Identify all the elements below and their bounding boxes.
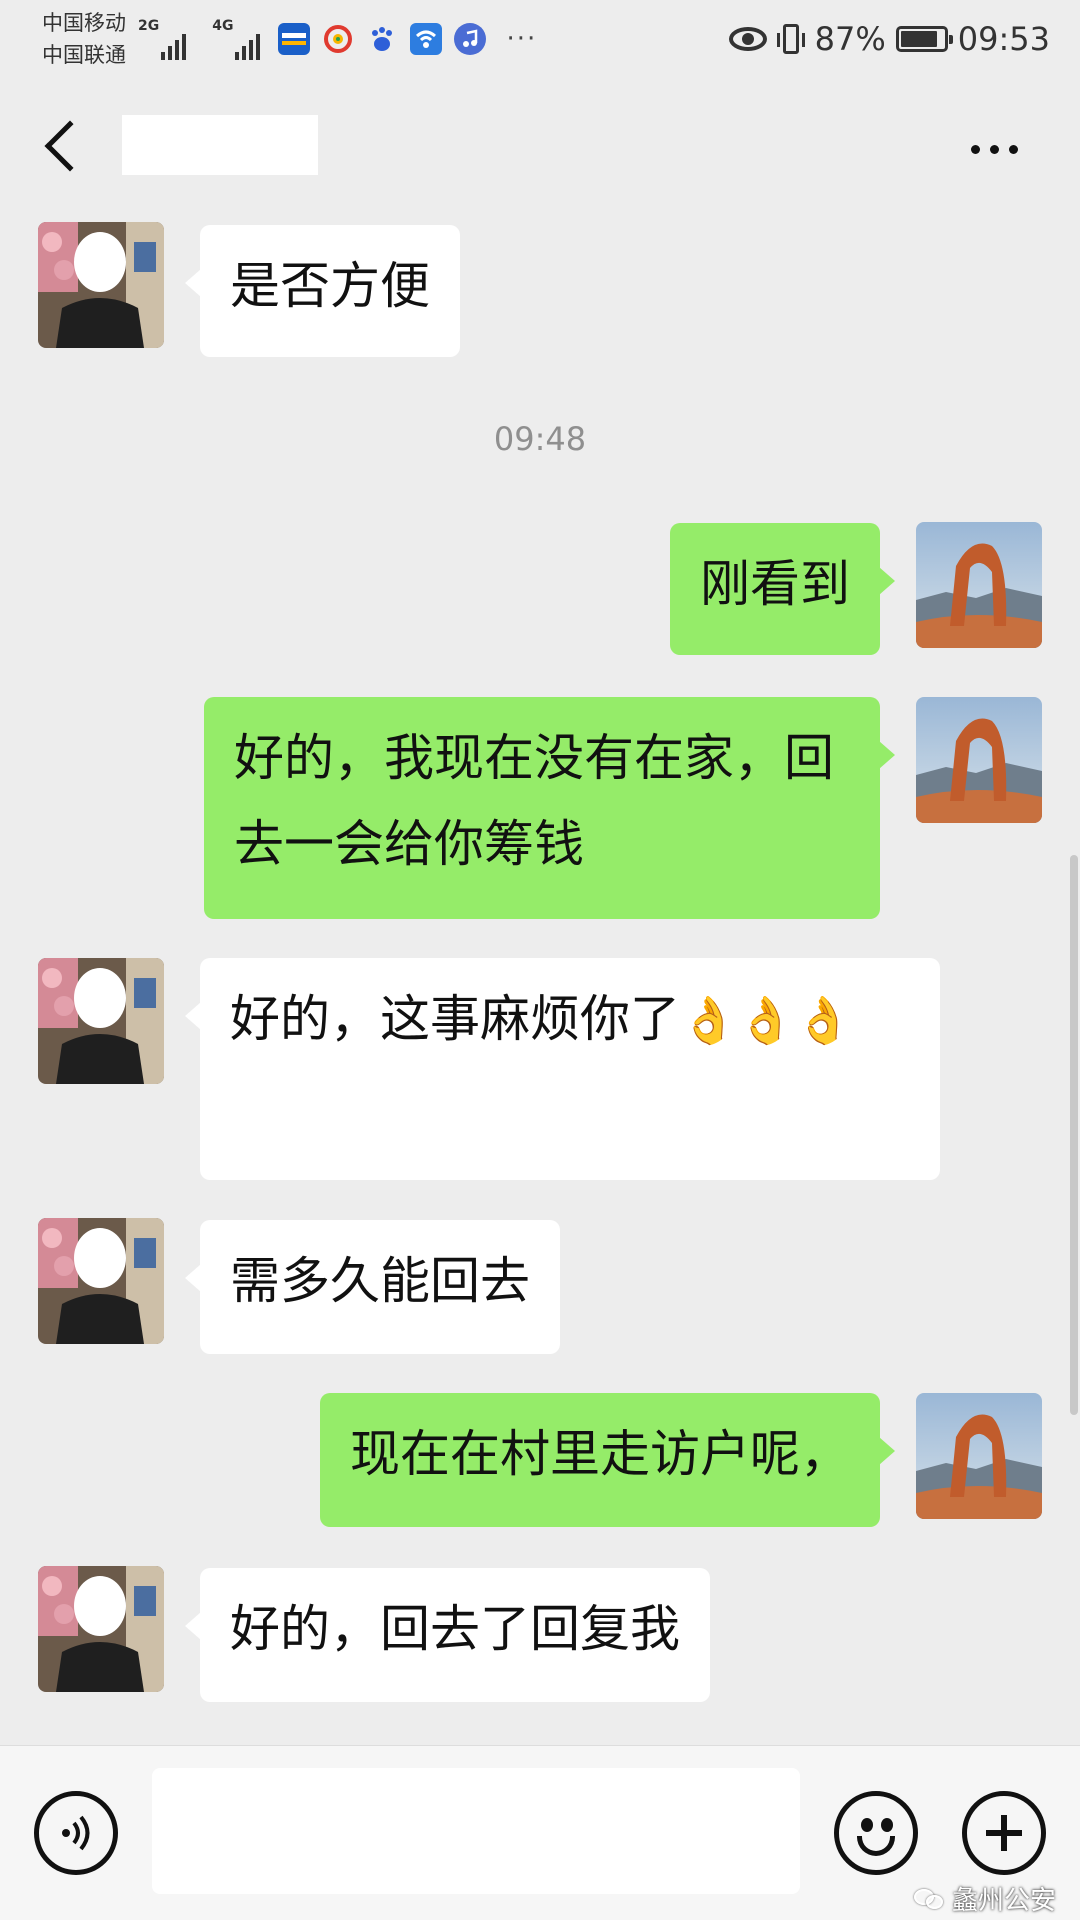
back-icon[interactable] (44, 120, 96, 172)
message-bubble-outgoing[interactable]: 刚看到 (670, 523, 895, 655)
contact-avatar[interactable] (38, 1566, 164, 1692)
music-icon (454, 23, 487, 55)
message-text: 好的，我现在没有在家，回去一会给你筹钱 (234, 729, 834, 873)
status-right: 87% 09:53 (728, 20, 1050, 58)
message-text: 需多久能回去 (230, 1252, 530, 1310)
contact-avatar[interactable] (38, 958, 164, 1084)
ok-hand-emoji: 👌 (737, 993, 795, 1047)
ok-hand-emoji: 👌 (680, 993, 738, 1047)
chat-header (0, 95, 1080, 205)
message-bubble-incoming[interactable]: 好的，这事麻烦你了👌👌👌 (185, 958, 940, 1180)
scrollbar[interactable] (1070, 855, 1078, 1415)
wechat-logo-icon (913, 1887, 944, 1911)
emoji-icon[interactable] (834, 1791, 918, 1875)
contact-avatar[interactable] (38, 1218, 164, 1344)
plus-icon[interactable] (962, 1791, 1046, 1875)
watermark: 蠡州公安 (913, 1880, 1056, 1917)
more-options-icon[interactable] (971, 145, 1018, 154)
battery-percent: 87% (814, 20, 886, 58)
weibo-icon (322, 23, 354, 55)
status-bar: 中国移动 中国联通 2G 4G ··· 87% 09:53 (0, 0, 1080, 78)
contact-avatar[interactable] (38, 222, 164, 348)
message-timestamp: 09:48 (493, 420, 587, 458)
signal-1: 2G (138, 18, 200, 60)
self-avatar[interactable] (916, 697, 1042, 823)
battery-icon (895, 26, 953, 52)
signal-bars-icon (235, 30, 261, 60)
signal-bars-icon (161, 30, 187, 60)
self-avatar[interactable] (916, 1393, 1042, 1519)
carrier-2-label: 中国联通 (42, 43, 126, 67)
clock: 09:53 (957, 20, 1050, 58)
wifi-hotspot-icon (410, 23, 443, 55)
message-bubble-outgoing[interactable]: 好的，我现在没有在家，回去一会给你筹钱 (204, 697, 895, 919)
message-text: 好的，回去了回复我 (230, 1600, 680, 1658)
message-bubble-incoming[interactable]: 需多久能回去 (185, 1220, 560, 1354)
message-text: 刚看到 (700, 555, 850, 613)
message-bubble-incoming[interactable]: 是否方便 (185, 225, 460, 357)
self-avatar[interactable] (916, 522, 1042, 648)
baidu-icon (366, 23, 398, 55)
message-input[interactable] (152, 1768, 800, 1894)
message-text: 现在在村里走访户呢， (350, 1425, 850, 1483)
vibrate-icon (776, 24, 805, 54)
network-type-1: 2G (138, 18, 160, 34)
network-type-2: 4G (212, 18, 234, 34)
signal-2: 4G (212, 18, 274, 60)
carrier-group: 中国移动 中国联通 (42, 7, 126, 71)
notification-icons: ··· (278, 23, 537, 55)
chat-title (122, 115, 318, 175)
carrier-1-label: 中国移动 (42, 11, 126, 35)
message-bubble-outgoing[interactable]: 现在在村里走访户呢， (320, 1393, 895, 1527)
voice-icon[interactable] (34, 1791, 118, 1875)
autohome-icon (278, 23, 311, 55)
message-text: 是否方便 (230, 257, 430, 315)
message-bubble-incoming[interactable]: 好的，回去了回复我 (185, 1568, 710, 1702)
ok-hand-emoji: 👌 (794, 993, 852, 1047)
more-notifications-icon: ··· (506, 24, 538, 54)
eye-comfort-icon (728, 27, 767, 51)
watermark-text: 蠡州公安 (951, 1886, 1056, 1916)
message-text: 好的，这事麻烦你了 (230, 990, 680, 1048)
